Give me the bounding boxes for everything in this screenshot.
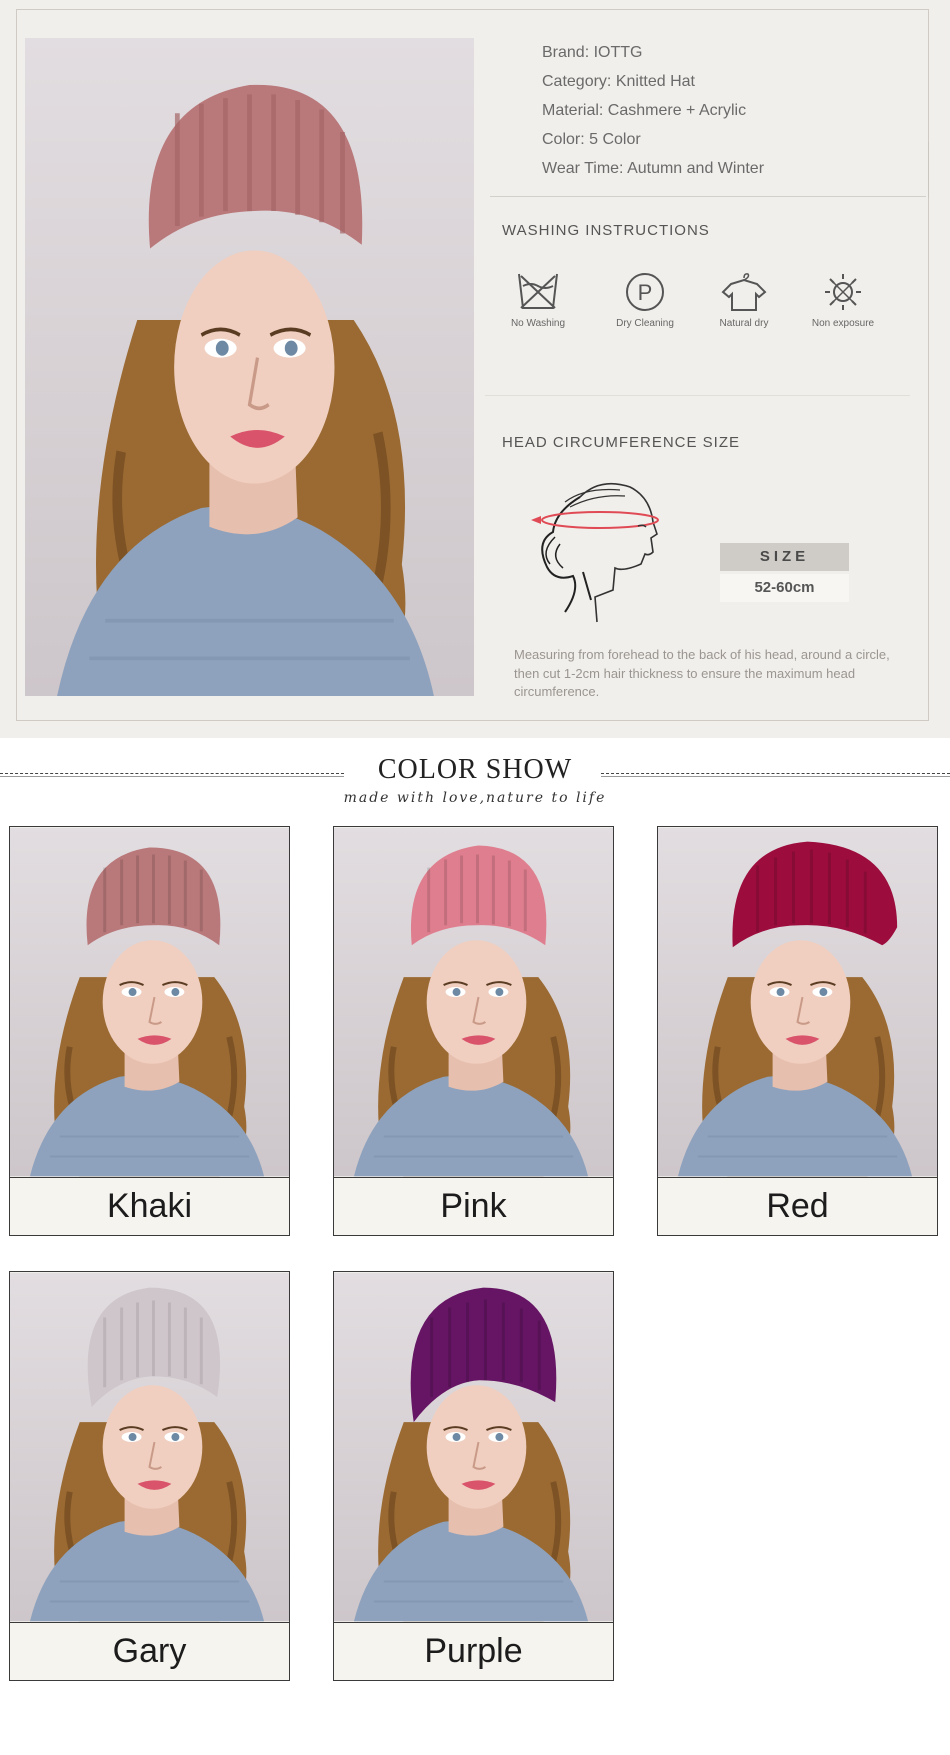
- color-photo: [334, 827, 613, 1178]
- wash-item-natural-dry: Natural dry: [694, 272, 794, 329]
- non-exposure-icon: [825, 274, 861, 310]
- size-heading: HEAD CIRCUMFERENCE SIZE: [502, 434, 741, 451]
- natural-dry-icon: [721, 273, 767, 311]
- color-show-subtitle: made with love,nature to life: [343, 790, 607, 806]
- color-name: Pink: [440, 1187, 507, 1225]
- wash-label: No Washing: [510, 318, 566, 329]
- svg-text:P: P: [638, 280, 653, 305]
- washing-heading: WASHING INSTRUCTIONS: [502, 222, 710, 239]
- wash-item-dry-cleaning: P Dry Cleaning: [595, 272, 695, 329]
- color-photo: [334, 1272, 613, 1623]
- spec-list: Brand: IOTTG Category: Knitted Hat Mater…: [542, 40, 764, 185]
- size-badge: SIZE: [720, 543, 849, 571]
- spec-category: Category: Knitted Hat: [542, 73, 695, 90]
- product-info-section: Brand: IOTTG Category: Knitted Hat Mater…: [0, 0, 950, 738]
- spec-color: Color: 5 Color: [542, 131, 641, 148]
- color-name: Red: [766, 1187, 829, 1225]
- purple-hat-photo: [334, 1272, 613, 1622]
- color-photo: [10, 1272, 289, 1623]
- wash-label: Non exposure: [811, 318, 875, 329]
- gary-hat-photo: [10, 1272, 289, 1622]
- hero-photo-svg: [25, 38, 474, 696]
- color-name: Purple: [424, 1632, 523, 1670]
- color-card-purple[interactable]: Purple: [333, 1271, 614, 1681]
- color-card-red[interactable]: Red: [657, 826, 938, 1236]
- no-washing-icon: [518, 273, 558, 309]
- measure-note: Measuring from forehead to the back of h…: [514, 647, 890, 699]
- head-measure-illustration: [531, 482, 659, 623]
- hero-product-photo: [25, 38, 474, 696]
- pink-hat-photo: [334, 827, 613, 1177]
- color-card-pink[interactable]: Pink: [333, 826, 614, 1236]
- color-photo: [10, 827, 289, 1178]
- wash-item-non-exposure: Non exposure: [793, 272, 893, 329]
- color-photo: [658, 827, 937, 1178]
- wash-item-no-washing: No Washing: [488, 272, 588, 329]
- size-value: 52-60cm: [720, 574, 849, 602]
- divider: [928, 142, 929, 198]
- divider: [485, 395, 910, 396]
- color-show-title: COLOR SHOW: [377, 754, 573, 785]
- color-name: Khaki: [106, 1187, 193, 1225]
- color-name: Gary: [112, 1632, 187, 1670]
- spec-material: Material: Cashmere + Acrylic: [542, 102, 747, 119]
- wash-label: Natural dry: [719, 318, 769, 329]
- divider: [490, 196, 926, 197]
- spec-wear-time: Wear Time: Autumn and Winter: [542, 160, 765, 177]
- dry-cleaning-icon: P: [626, 273, 664, 311]
- wash-label: Dry Cleaning: [616, 318, 674, 329]
- color-card-gary[interactable]: Gary: [9, 1271, 290, 1681]
- red-hat-photo: [658, 827, 937, 1177]
- khaki-hat-photo: [10, 827, 289, 1177]
- spec-brand: Brand: IOTTG: [542, 44, 643, 61]
- color-card-khaki[interactable]: Khaki: [9, 826, 290, 1236]
